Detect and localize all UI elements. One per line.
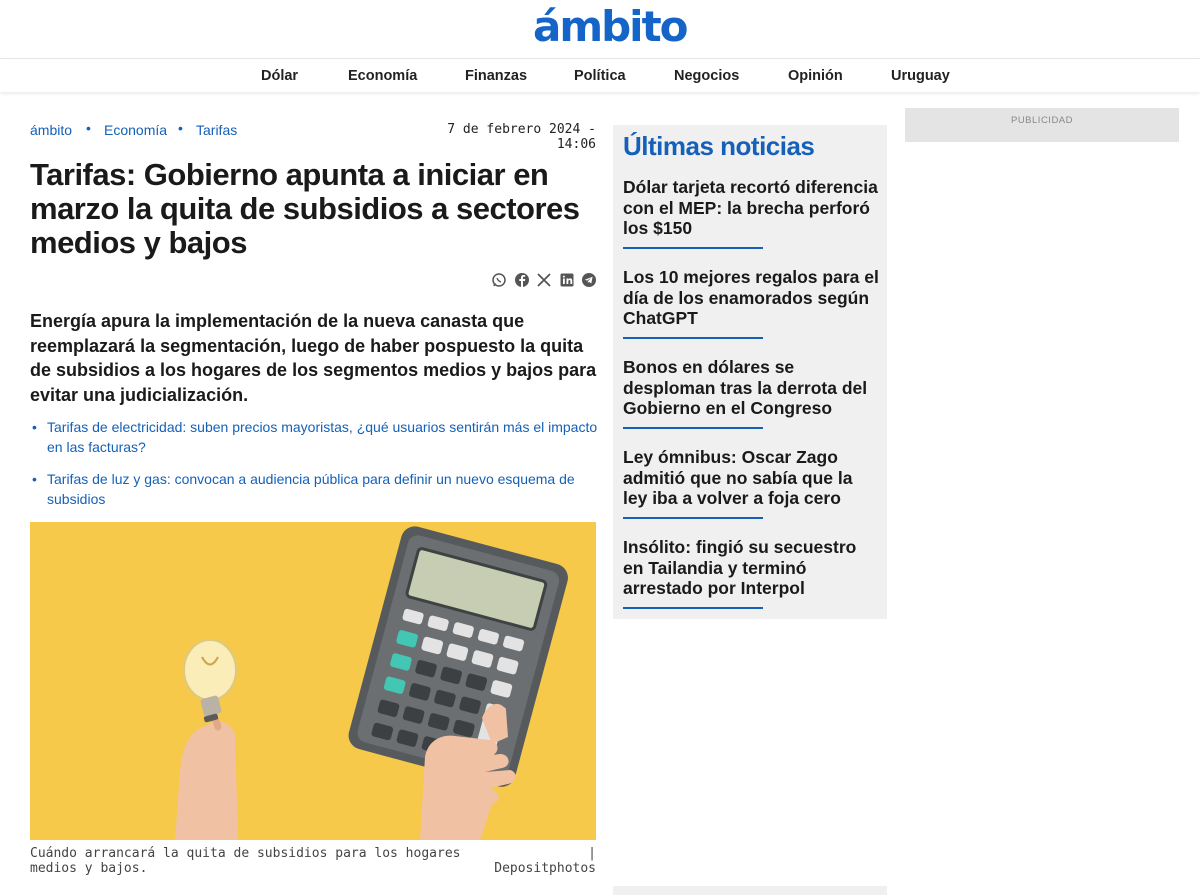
latest-news-title: Últimas noticias: [623, 131, 815, 161]
news-divider: [623, 517, 763, 519]
nav-item-uruguay[interactable]: Uruguay: [891, 59, 950, 93]
facebook-icon[interactable]: [514, 272, 530, 288]
related-link[interactable]: Tarifas de luz y gas: convocan a audienc…: [30, 469, 598, 509]
sidebar-next-panel: [613, 886, 887, 895]
site-header: ámbito: [0, 0, 1200, 58]
whatsapp-icon[interactable]: [491, 272, 507, 288]
linkedin-icon[interactable]: [559, 272, 575, 288]
news-item[interactable]: Dólar tarjeta recortó diferencia con el …: [623, 177, 881, 239]
image-credit: | Depositphotos: [494, 846, 596, 876]
news-divider: [623, 337, 763, 339]
breadcrumb-economia[interactable]: Economía: [104, 122, 167, 138]
article-hero-image: [30, 522, 596, 840]
image-caption: Cuándo arrancará la quita de subsidios p…: [30, 846, 461, 876]
x-icon[interactable]: [536, 272, 552, 288]
news-item[interactable]: Bonos en dólares se desploman tras la de…: [623, 357, 881, 419]
telegram-icon[interactable]: [581, 272, 597, 288]
nav-item-negocios[interactable]: Negocios: [674, 59, 739, 93]
nav-item-politica[interactable]: Política: [574, 59, 626, 93]
nav-item-economia[interactable]: Economía: [348, 59, 417, 93]
ad-slot[interactable]: PUBLICIDAD: [905, 108, 1179, 142]
breadcrumb-separator: •: [86, 120, 91, 136]
news-divider: [623, 427, 763, 429]
news-divider: [623, 607, 763, 609]
breadcrumb-separator: •: [178, 120, 183, 136]
main-nav: Dólar Economía Finanzas Política Negocio…: [0, 58, 1200, 92]
article-headline: Tarifas: Gobierno apunta a iniciar en ma…: [30, 157, 580, 260]
nav-item-finanzas[interactable]: Finanzas: [465, 59, 527, 93]
breadcrumb-home[interactable]: ámbito: [30, 122, 72, 138]
nav-item-dolar[interactable]: Dólar: [261, 59, 298, 93]
news-item[interactable]: Ley ómnibus: Oscar Zago admitió que no s…: [623, 447, 881, 509]
news-item[interactable]: Los 10 mejores regalos para el día de lo…: [623, 267, 881, 329]
related-link[interactable]: Tarifas de electricidad: suben precios m…: [30, 417, 598, 457]
news-item[interactable]: Insólito: fingió su secuestro en Tailand…: [623, 537, 881, 599]
breadcrumb-tarifas[interactable]: Tarifas: [196, 122, 237, 138]
site-logo[interactable]: ámbito: [533, 4, 689, 50]
article-date: 7 de febrero 2024 - 14:06: [447, 122, 596, 152]
nav-item-opinion[interactable]: Opinión: [788, 59, 843, 93]
news-divider: [623, 247, 763, 249]
article-lead: Energía apura la implementación de la nu…: [30, 311, 597, 405]
